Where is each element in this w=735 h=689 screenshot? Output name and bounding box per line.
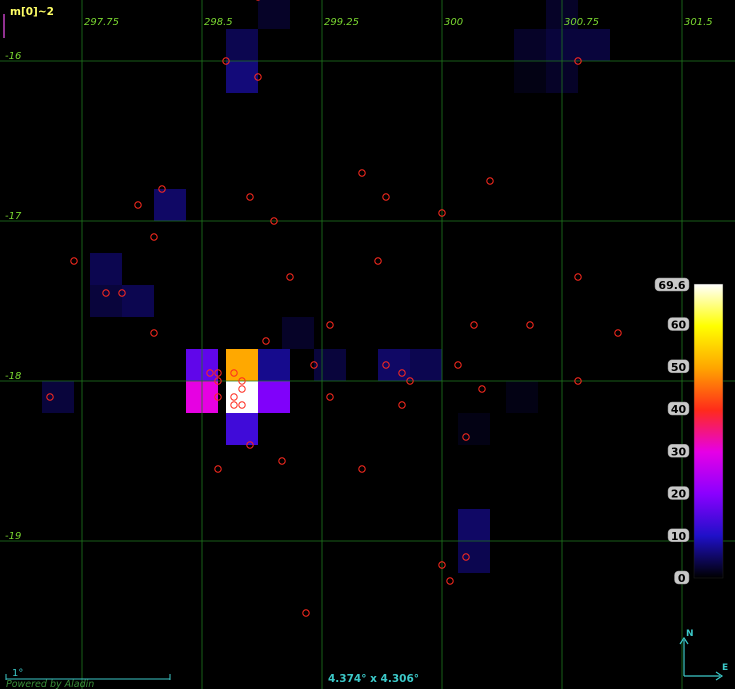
density-cell bbox=[458, 413, 490, 445]
credit-label[interactable]: Powered by Aladin bbox=[6, 679, 94, 689]
layer-name-label[interactable]: m[0]~2 bbox=[10, 6, 54, 18]
density-cell bbox=[514, 61, 546, 93]
ra-grid-label: 297.75 bbox=[84, 17, 119, 28]
ra-grid-label: 300.75 bbox=[564, 17, 599, 28]
dec-grid-label: -17 bbox=[5, 211, 22, 222]
density-cell bbox=[258, 349, 290, 381]
density-cell bbox=[314, 349, 346, 381]
density-cell bbox=[154, 189, 186, 221]
density-cell bbox=[226, 29, 258, 61]
ra-grid-label: 299.25 bbox=[324, 17, 359, 28]
colorbar-tick-label: 50 bbox=[671, 361, 687, 374]
density-cell bbox=[258, 381, 290, 413]
colorbar-max-label: 69.6 bbox=[658, 279, 685, 292]
colorbar-gradient bbox=[693, 283, 724, 579]
colorbar-tick-label: 60 bbox=[671, 319, 687, 332]
dec-grid-label: -16 bbox=[5, 51, 21, 62]
density-cell bbox=[282, 317, 314, 349]
colorbar-tick-label: 20 bbox=[671, 488, 687, 501]
density-cell bbox=[226, 61, 258, 93]
ra-grid-label: 298.5 bbox=[204, 17, 233, 28]
sky-map-viewer[interactable]: 297.75 298.5 299.25 300 300.75 301.5-16-17-18… bbox=[0, 0, 735, 689]
density-cell bbox=[506, 381, 538, 413]
density-cell bbox=[514, 29, 546, 61]
density-cell bbox=[258, 0, 290, 29]
dec-grid-label: -19 bbox=[5, 531, 21, 542]
colorbar-tick-label: 0 bbox=[678, 572, 686, 585]
sky-background bbox=[0, 0, 735, 689]
density-cell bbox=[226, 413, 258, 445]
scale-label: 1° bbox=[12, 668, 23, 679]
density-cell bbox=[90, 253, 122, 285]
density-cell bbox=[458, 509, 490, 541]
ra-grid-label: 300 bbox=[444, 17, 463, 28]
dec-grid-label: -18 bbox=[5, 371, 21, 382]
density-cell bbox=[410, 349, 442, 381]
compass-east-label: E bbox=[722, 663, 728, 673]
colorbar-tick-label: 30 bbox=[671, 445, 687, 458]
ra-grid-label: 301.5 bbox=[684, 17, 713, 28]
compass-north-label: N bbox=[686, 629, 694, 639]
density-cell bbox=[226, 349, 258, 381]
colorbar-tick-label: 10 bbox=[671, 530, 687, 543]
field-of-view-label: 4.374° x 4.306° bbox=[328, 673, 419, 685]
density-cell bbox=[122, 285, 154, 317]
density-cell bbox=[578, 29, 610, 61]
colorbar-tick-label: 40 bbox=[671, 403, 687, 416]
